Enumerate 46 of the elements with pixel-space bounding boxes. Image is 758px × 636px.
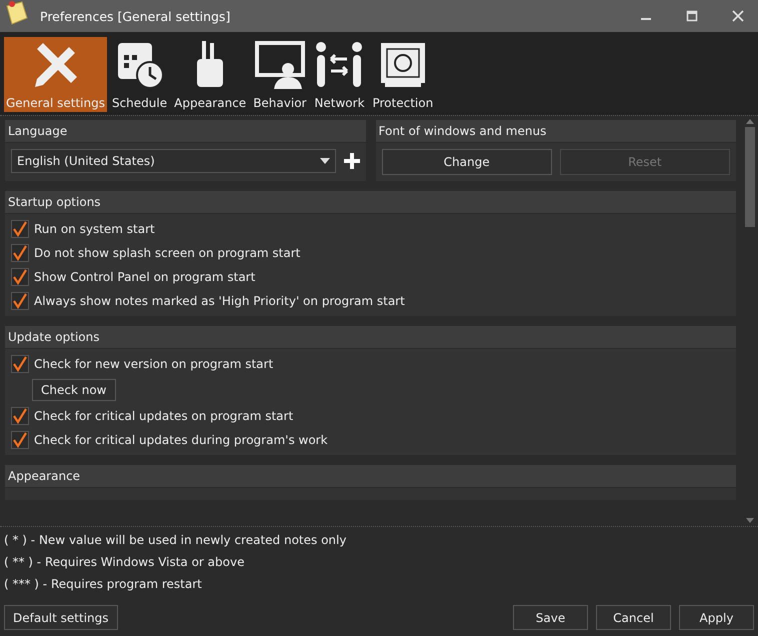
checkbox-label[interactable]: Do not show splash screen on program start (34, 246, 300, 260)
checkbox[interactable] (11, 355, 29, 373)
scroll-up-icon[interactable] (746, 119, 754, 124)
font-button[interactable]: Change (382, 149, 552, 175)
checkbox-label[interactable]: Check for critical updates during program's work (34, 433, 328, 447)
add-icon[interactable] (344, 153, 360, 169)
check-now-button[interactable]: Check now (32, 379, 116, 401)
close-icon[interactable] (732, 10, 744, 22)
section-header: Font of windows and menus (376, 120, 736, 143)
maximize-icon[interactable] (686, 10, 698, 22)
dialog-button[interactable]: Apply (679, 605, 754, 630)
checkbox[interactable] (11, 220, 29, 238)
language-dropdown[interactable]: English (United States) (11, 149, 336, 173)
window-title: Preferences [General settings] (40, 8, 230, 24)
footnote: ( * ) - New value will be used in newly created notes only (4, 533, 348, 547)
footnote: ( *** ) - Requires program restart (4, 577, 203, 591)
checkbox[interactable] (11, 407, 29, 425)
section-header: Update options (5, 326, 736, 349)
toolbar-tab[interactable]: Schedule (110, 37, 170, 112)
checkbox[interactable] (11, 292, 29, 310)
dialog-button[interactable]: Cancel (596, 605, 671, 630)
toolbar-tab[interactable]: Appearance (172, 37, 248, 112)
checkbox[interactable] (11, 268, 29, 286)
default-settings-button[interactable]: Default settings (4, 605, 118, 630)
checkbox-label[interactable]: Show Control Panel on program start (34, 270, 256, 284)
monitor-person-icon (254, 39, 306, 91)
toolbar-tab[interactable]: Protection (370, 37, 436, 112)
toolbar-tab[interactable]: General settings (4, 37, 107, 112)
checkbox-label[interactable]: Check for new version on program start (34, 357, 274, 371)
checkbox[interactable] (11, 244, 29, 262)
checkbox-label[interactable]: Check for critical updates on program start (34, 409, 294, 423)
dialog-button[interactable]: Save (513, 605, 588, 630)
caret-icon (320, 158, 330, 164)
toolbar-tab[interactable]: Network (311, 37, 368, 112)
checkbox-label[interactable]: Always show notes marked as 'High Priority' on program start (34, 294, 405, 308)
scrollbar-thumb[interactable] (745, 127, 755, 227)
footnote: ( ** ) - Requires Windows Vista or above (4, 555, 246, 569)
section-header: Appearance (5, 465, 736, 488)
scroll-down-icon[interactable] (746, 518, 754, 523)
checkbox-label[interactable]: Run on system start (34, 222, 155, 236)
checkbox[interactable] (11, 431, 29, 449)
scrollbar[interactable] (742, 116, 758, 526)
notepad-icon (4, 0, 30, 26)
toolbar-tab[interactable]: Behavior (251, 37, 308, 112)
section-header: Language (5, 120, 366, 143)
section-header: Startup options (5, 191, 736, 214)
